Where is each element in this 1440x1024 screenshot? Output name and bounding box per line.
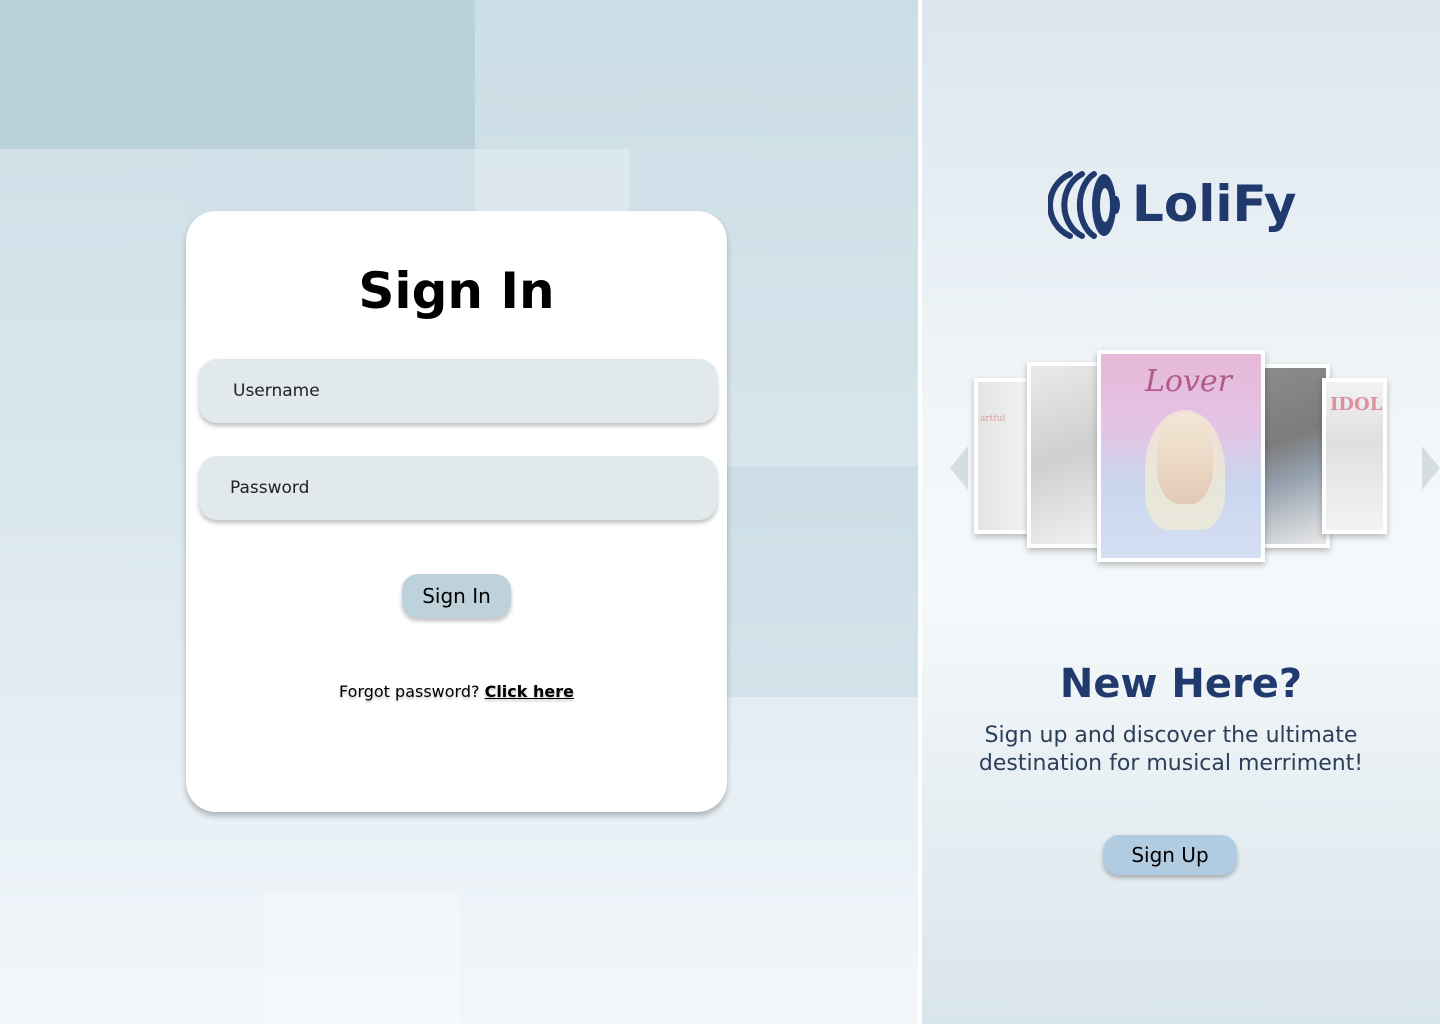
cover-fade: [1326, 382, 1383, 530]
cover-fade: [1261, 368, 1326, 544]
album-cover[interactable]: [1027, 362, 1102, 548]
password-input[interactable]: [199, 456, 717, 520]
cover-fade: [978, 382, 1030, 530]
password-field[interactable]: [199, 456, 717, 520]
bg-shape: [475, 149, 630, 211]
signup-panel: LoliFy artful IDOL Lover New Here? Sign …: [922, 0, 1440, 1024]
username-input[interactable]: [199, 359, 717, 423]
brand-name: LoliFy: [1132, 175, 1297, 233]
forgot-password-text: Forgot password?: [339, 682, 485, 701]
album-cover-featured[interactable]: Lover: [1097, 350, 1265, 562]
signup-button[interactable]: Sign Up: [1103, 835, 1237, 875]
signin-button[interactable]: Sign In: [402, 574, 511, 618]
signup-description: Sign up and discover the ultimate destin…: [978, 723, 1364, 776]
signup-heading: New Here?: [1059, 661, 1303, 707]
carousel-prev-icon[interactable]: [950, 446, 968, 490]
cover-art: [1157, 414, 1213, 504]
album-carousel: artful IDOL Lover: [950, 340, 1440, 590]
bg-shape: [727, 467, 918, 697]
forgot-password-link[interactable]: Click here: [485, 682, 574, 701]
album-cover-title: Lover: [1145, 364, 1233, 399]
bg-shape: [0, 149, 186, 619]
bg-shape: [265, 893, 460, 1024]
forgot-password: Forgot password? Click here: [186, 682, 727, 701]
album-cover[interactable]: IDOL: [1322, 378, 1387, 534]
carousel-next-icon[interactable]: [1422, 446, 1440, 490]
cover-fade: [1031, 366, 1098, 544]
username-field[interactable]: [199, 359, 717, 423]
bg-shape: [0, 0, 475, 149]
album-cover[interactable]: [1257, 364, 1330, 548]
signin-title: Sign In: [358, 262, 555, 320]
album-cover[interactable]: artful: [974, 378, 1034, 534]
